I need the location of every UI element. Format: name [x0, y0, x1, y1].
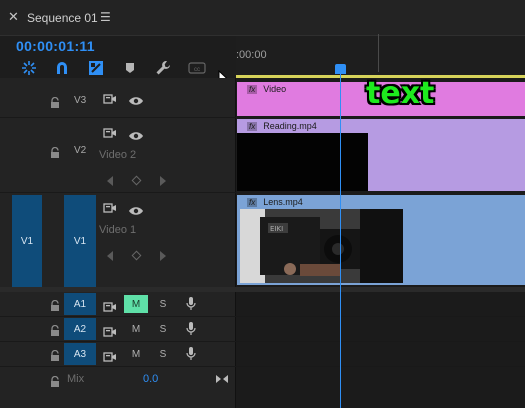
nest-sequence-icon[interactable] [20, 60, 38, 76]
lock-icon[interactable] [50, 373, 60, 392]
clip-header: fx Reading.mp4 [237, 119, 323, 133]
next-keyframe-icon[interactable] [160, 176, 166, 186]
microphone-icon[interactable] [186, 296, 196, 315]
time-ruler[interactable] [236, 36, 525, 78]
fx-badge: fx [247, 121, 258, 131]
mute-a1-button[interactable]: M [124, 295, 148, 313]
linked-selection-icon[interactable] [87, 60, 105, 76]
sync-lock-icon[interactable] [103, 323, 117, 342]
solo-a2-button[interactable]: S [151, 320, 175, 338]
eye-icon[interactable] [128, 126, 144, 145]
captions-icon[interactable]: cc [188, 60, 206, 76]
eye-icon[interactable] [128, 91, 144, 110]
svg-text:cc: cc [194, 67, 200, 73]
lock-icon[interactable] [50, 347, 60, 366]
track-separator [0, 192, 236, 193]
mute-a3-button[interactable]: M [124, 345, 148, 363]
solo-a1-button[interactable]: S [151, 295, 175, 313]
track-separator [0, 117, 236, 118]
camera-icon[interactable] [103, 90, 117, 109]
fx-badge: fx [247, 84, 258, 94]
track-separator [0, 366, 525, 367]
clip-name: Lens.mp4 [263, 197, 303, 207]
track-v3-label[interactable]: V3 [74, 95, 86, 106]
playhead-line[interactable] [340, 68, 341, 408]
clip-name: Reading.mp4 [263, 121, 317, 131]
clip-name: Video [263, 84, 287, 94]
mix-value[interactable]: 0.0 [143, 373, 158, 385]
mix-label: Mix [67, 373, 85, 385]
track-v1-name[interactable]: Video 1 [99, 224, 136, 236]
solo-a3-button[interactable]: S [151, 345, 175, 363]
wrench-icon[interactable] [154, 60, 172, 76]
track-v2-name[interactable]: Video 2 [99, 149, 136, 161]
camera-icon[interactable] [103, 124, 117, 143]
previous-keyframe-icon[interactable] [107, 251, 113, 261]
eye-icon[interactable] [128, 201, 144, 220]
sequence-title[interactable]: Sequence 01 [27, 11, 98, 25]
playhead-handle[interactable] [335, 64, 346, 74]
title-overlay-text: text [366, 76, 435, 111]
panel-menu-icon[interactable]: ☰ [100, 10, 111, 24]
clip-thumbnail-projector: EIKI [240, 209, 403, 283]
ruler-start-label: :00:00 [236, 49, 267, 61]
collapse-track-icon[interactable] [215, 369, 229, 388]
source-patch-v1[interactable]: V1 [12, 195, 42, 287]
track-v2-label[interactable]: V2 [74, 145, 86, 156]
next-keyframe-icon[interactable] [160, 251, 166, 261]
snap-icon[interactable] [53, 60, 71, 76]
sync-lock-icon[interactable] [103, 348, 117, 367]
video-audio-divider[interactable] [0, 287, 525, 292]
track-separator [0, 341, 525, 342]
track-v1-target[interactable]: V1 [64, 195, 96, 287]
lock-icon[interactable] [50, 144, 60, 163]
track-a2-target[interactable]: A2 [64, 318, 96, 340]
camera-icon[interactable] [103, 199, 117, 218]
ruler-tick [378, 34, 379, 72]
clip-header: fx Lens.mp4 [237, 195, 312, 209]
lock-icon[interactable] [50, 322, 60, 341]
track-a3-target[interactable]: A3 [64, 343, 96, 365]
microphone-icon[interactable] [186, 321, 196, 340]
sync-lock-icon[interactable] [103, 298, 117, 317]
playhead-timecode[interactable]: 00:00:01:11 [16, 38, 95, 54]
fx-badge: fx [247, 197, 258, 207]
lock-icon[interactable] [50, 297, 60, 316]
clip-thumbnail [237, 133, 368, 191]
track-a1-target[interactable]: A1 [64, 293, 96, 315]
add-marker-icon[interactable] [121, 60, 139, 76]
close-tab-icon[interactable]: ✕ [8, 10, 19, 25]
svg-text:EIKI: EIKI [270, 225, 283, 233]
track-separator [0, 316, 525, 317]
lock-icon[interactable] [50, 94, 60, 113]
microphone-icon[interactable] [186, 346, 196, 365]
previous-keyframe-icon[interactable] [107, 176, 113, 186]
panel-divider [235, 78, 236, 408]
mute-a2-button[interactable]: M [124, 320, 148, 338]
